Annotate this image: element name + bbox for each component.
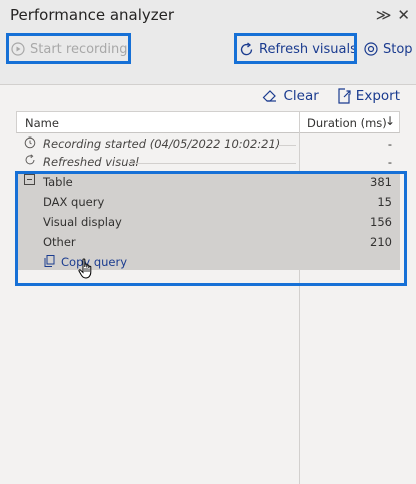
stop-button[interactable]: Stop — [364, 37, 413, 61]
double-chevron-right-icon[interactable]: ≫ — [376, 5, 392, 25]
start-recording-button[interactable]: Start recording — [11, 37, 128, 61]
table-row[interactable]: DAX query 15 — [16, 192, 400, 212]
stopwatch-icon — [24, 136, 36, 152]
refresh-visuals-label: Refresh visuals — [259, 41, 357, 57]
table-row[interactable]: Recording started (04/05/2022 10:02:21) … — [16, 134, 400, 154]
row-duration: - — [387, 155, 392, 169]
row-name: Recording started (04/05/2022 10:02:21) — [43, 137, 281, 151]
refresh-icon — [24, 154, 36, 169]
copy-query-link[interactable]: Copy query — [61, 255, 127, 269]
refresh-icon — [240, 41, 253, 55]
stop-label: Stop — [383, 41, 413, 57]
export-label: Export — [355, 88, 400, 104]
table-row[interactable]: Table 381 — [16, 172, 400, 192]
clear-label: Clear — [283, 88, 319, 104]
hand-pointer-cursor-icon — [78, 258, 94, 285]
copy-query-row: Copy query — [16, 252, 400, 272]
performance-analyzer-pane: Performance analyzer ≫ ✕ Start recording… — [0, 0, 416, 484]
actions-bar: Clear Export — [262, 88, 400, 104]
results-table: Name Duration (ms) ↓ Recording started (… — [16, 111, 400, 484]
pane-title: Performance analyzer — [10, 6, 175, 24]
column-header-duration[interactable]: Duration (ms) — [307, 116, 387, 130]
row-name: Table — [43, 175, 73, 189]
export-button[interactable]: Export — [337, 88, 400, 104]
toolbar: Start recording Refresh visuals Stop — [0, 34, 416, 64]
table-row[interactable]: Visual display 156 — [16, 212, 400, 232]
row-duration: 381 — [370, 175, 392, 189]
table-header: Name Duration (ms) ↓ — [16, 111, 400, 133]
row-divider — [128, 163, 296, 164]
table-row[interactable]: Other 210 — [16, 232, 400, 252]
row-divider — [278, 145, 296, 146]
row-duration: 210 — [370, 235, 392, 249]
row-name: DAX query — [43, 195, 105, 209]
header-icons: ≫ ✕ — [376, 5, 410, 25]
close-icon[interactable]: ✕ — [397, 5, 410, 25]
copy-icon — [44, 255, 55, 270]
sort-down-arrow-icon[interactable]: ↓ — [385, 114, 395, 128]
row-duration: - — [387, 137, 392, 151]
row-duration: 156 — [370, 215, 392, 229]
collapse-minus-icon[interactable] — [24, 174, 35, 188]
row-name: Visual display — [43, 215, 122, 229]
row-name: Refreshed visual — [43, 155, 139, 169]
export-icon — [338, 88, 351, 104]
table-row[interactable]: Refreshed visual - — [16, 152, 400, 172]
eraser-icon — [263, 90, 277, 102]
start-recording-label: Start recording — [30, 41, 128, 57]
refresh-visuals-button[interactable]: Refresh visuals — [239, 37, 357, 61]
row-name: Other — [43, 235, 76, 249]
play-circle-icon — [11, 42, 25, 56]
row-duration: 15 — [377, 195, 392, 209]
column-header-name[interactable]: Name — [25, 116, 59, 130]
clear-button[interactable]: Clear — [262, 88, 319, 104]
stop-circle-icon — [364, 42, 378, 56]
